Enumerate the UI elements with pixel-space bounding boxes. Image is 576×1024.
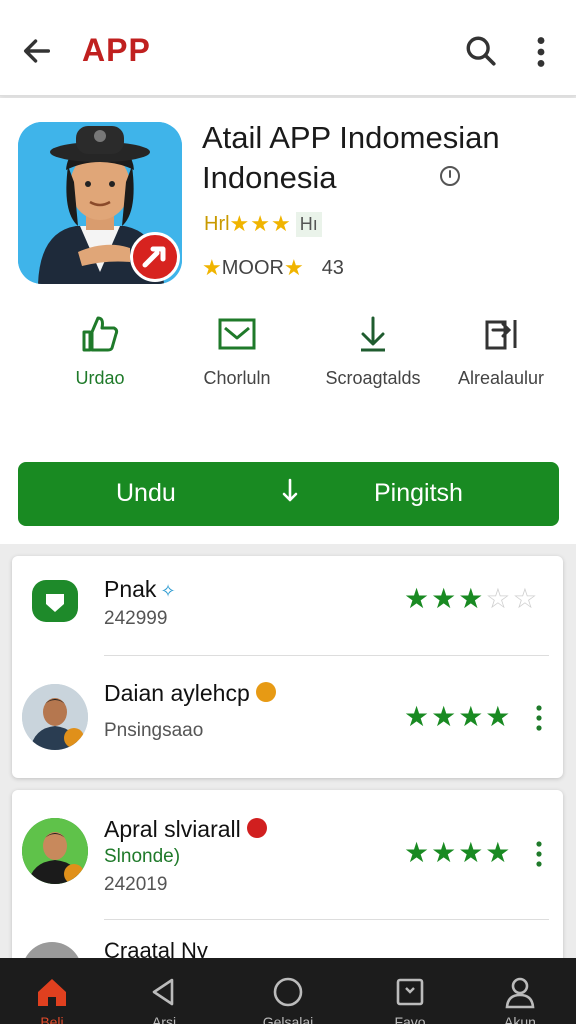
list-item[interactable]: Apral slviarall Slnonde) 242019 ★★★★ — [12, 790, 563, 920]
action-mail[interactable]: Chorluln — [172, 312, 302, 389]
list-item[interactable]: Daian aylehcp Pnsingsaao ★★★★ — [12, 656, 563, 778]
bottom-navigation: Beli Arsi Gelsalai Favo Akun — [0, 958, 576, 1024]
install-button-left-label: Undu — [116, 479, 176, 507]
app-bar-title: APP — [82, 32, 151, 68]
avatar — [22, 568, 88, 634]
action-row: Urdao Chorluln Scroagtalds Alrealaulur — [0, 312, 576, 402]
nav-item-circle[interactable]: Gelsalai — [250, 958, 326, 1024]
rating-count: 43 — [321, 256, 344, 279]
review-stars: ★★★★ — [404, 701, 513, 732]
reviews-card: Pnak ✧ 242999 ★★★☆☆ Daian aylehcp Pnsings… — [12, 556, 563, 778]
back-triangle-icon — [152, 978, 174, 1006]
review-stars: ★★★☆☆ — [404, 583, 540, 614]
back-arrow-icon[interactable] — [20, 34, 54, 68]
rating-detail-text: MOOR — [221, 256, 284, 279]
verified-badge-icon — [255, 681, 276, 702]
verified-badge-icon — [246, 817, 267, 838]
nav-item-profile[interactable]: Akun — [482, 958, 558, 1024]
nav-label: Gelsalai — [262, 1014, 314, 1024]
more-vertical-icon[interactable] — [535, 704, 543, 732]
install-button-right-label: Pingitsh — [374, 479, 463, 507]
action-thumbs-up[interactable]: Urdao — [35, 312, 165, 389]
nav-item-back[interactable]: Arsi — [126, 958, 202, 1024]
nav-item-home[interactable]: Beli — [14, 958, 90, 1024]
reviewer-name: Pnak ✧ — [104, 576, 176, 602]
action-download[interactable]: Scroagtalds — [308, 312, 438, 389]
nav-label: Favo — [394, 1014, 426, 1024]
nav-item-recent[interactable]: Favo — [372, 958, 448, 1024]
app-name-line2: Indonesia — [202, 160, 337, 195]
divider — [104, 919, 549, 920]
rating-suffix: Hı — [295, 211, 322, 237]
info-clock-icon[interactable] — [438, 164, 462, 188]
install-button[interactable]: Undu Pingitsh — [18, 462, 559, 526]
star-icon: ★ — [283, 255, 304, 280]
app-icon[interactable] — [18, 122, 182, 284]
mail-icon — [218, 318, 256, 350]
reviewer-name: Daian aylehcp — [104, 680, 276, 707]
home-icon — [38, 979, 66, 1006]
more-vertical-icon[interactable] — [532, 36, 550, 68]
star-icon: ★ — [202, 255, 222, 280]
app-name-line1: Atail APP Indomesian — [202, 120, 500, 155]
download-icon — [361, 316, 385, 352]
action-label: Alrealaulur — [457, 368, 545, 388]
search-icon[interactable] — [464, 34, 498, 68]
thumbs-up-icon — [82, 316, 119, 352]
app-badge-icon — [130, 232, 180, 282]
rating-label: Hrl — [204, 212, 230, 235]
nav-label: Akun — [504, 1014, 536, 1024]
review-date: 242999 — [104, 608, 168, 629]
action-label: Chorluln — [203, 368, 271, 388]
review-stars: ★★★★ — [404, 837, 513, 868]
profile-icon — [505, 977, 535, 1009]
nav-label: Beli — [40, 1014, 64, 1024]
share-icon — [485, 320, 517, 350]
avatar — [22, 684, 88, 750]
list-item[interactable]: Pnak ✧ 242999 ★★★☆☆ — [12, 556, 563, 656]
rating-detail: ★ MOOR ★ 43 — [202, 254, 344, 282]
action-label: Scroagtalds — [325, 368, 421, 388]
reviewer-subtitle: Slnonde) — [104, 846, 181, 867]
down-arrow-icon — [282, 478, 298, 502]
review-date: 242019 — [104, 874, 168, 895]
rating-summary: Hrl ★★★ Hı — [202, 210, 322, 238]
reviewer-subtitle: Pnsingsaao — [104, 720, 204, 741]
recent-apps-icon — [396, 978, 424, 1006]
more-vertical-icon[interactable] — [535, 840, 543, 868]
reviews-card: Apral slviarall Slnonde) 242019 ★★★★ — [12, 790, 563, 970]
nav-label: Arsi — [151, 1014, 177, 1024]
sparkle-icon: ✧ — [160, 581, 176, 601]
circle-home-icon — [273, 977, 303, 1007]
action-label: Urdao — [75, 368, 125, 388]
action-share[interactable]: Alrealaulur — [436, 312, 566, 389]
top-app-bar: APP — [0, 0, 576, 96]
avatar — [22, 818, 88, 884]
reviewer-name: Apral slviarall — [104, 816, 267, 843]
rating-stars: ★★★ — [229, 211, 292, 236]
